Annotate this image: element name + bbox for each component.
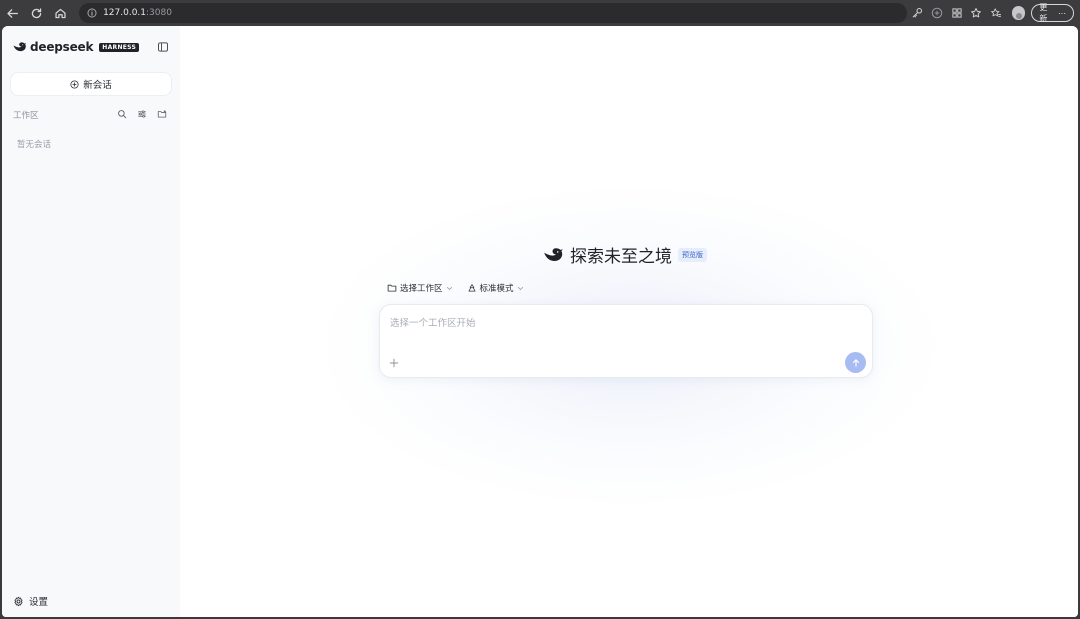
hero-heading: 探索未至之境 预览版 — [542, 242, 707, 267]
url-port: :3080 — [146, 8, 172, 18]
hero-title: 探索未至之境 — [570, 247, 672, 267]
mode-cycle-icon — [468, 284, 476, 292]
filter-icon[interactable] — [136, 108, 148, 120]
composer-input[interactable]: 选择一个工作区开始 — [390, 315, 476, 329]
address-bar[interactable]: 127.0.0.1:3080 — [79, 3, 908, 23]
composer-selectors: 选择工作区 标准模式 — [387, 282, 524, 294]
star-icon[interactable] — [966, 3, 986, 23]
settings-label: 设置 — [29, 597, 49, 608]
send-button[interactable] — [845, 352, 866, 373]
workspace-tools — [116, 108, 168, 120]
main-area: 探索未至之境 预览版 选择工作区 标准模式 选择一个工作区开始 — [180, 26, 1078, 617]
app-window: deepseek HARNESS 新会话 工作区 暂无会话 设置 探索未至之境 … — [2, 26, 1078, 617]
mode-selector-label: 标准模式 — [479, 284, 514, 294]
home-icon[interactable] — [49, 2, 71, 24]
whale-logo-icon — [13, 42, 27, 52]
profile-avatar[interactable] — [1011, 6, 1026, 20]
brand-name: deepseek — [30, 40, 94, 54]
back-icon[interactable] — [2, 2, 24, 24]
settings-button[interactable]: 设置 — [13, 594, 48, 608]
chevron-down-icon — [446, 286, 452, 290]
new-chat-label: 新会话 — [83, 80, 112, 91]
translate-icon[interactable] — [927, 3, 947, 23]
new-folder-icon[interactable] — [156, 108, 168, 120]
brand-logo: deepseek HARNESS — [12, 40, 140, 54]
preview-badge: 预览版 — [678, 247, 707, 262]
workspace-selector[interactable]: 选择工作区 — [387, 282, 453, 294]
more-icon: ⋯ — [1057, 8, 1066, 18]
add-attachment-icon[interactable] — [388, 357, 400, 369]
site-info-icon[interactable] — [87, 8, 97, 18]
extensions-icon[interactable] — [947, 3, 967, 23]
browser-actions: 更新 ⋯ — [907, 3, 1080, 23]
search-icon[interactable] — [116, 108, 128, 120]
favorites-icon[interactable] — [986, 3, 1006, 23]
mode-selector[interactable]: 标准模式 — [467, 282, 524, 294]
sidebar-toggle-icon[interactable] — [157, 41, 169, 53]
browser-toolbar: 127.0.0.1:3080 更新 ⋯ — [0, 0, 1080, 26]
arrow-up-icon — [852, 358, 859, 367]
chevron-down-icon — [517, 286, 523, 290]
whale-logo-icon — [544, 247, 563, 261]
folder-icon — [387, 284, 397, 292]
key-icon[interactable] — [907, 3, 927, 23]
message-composer[interactable]: 选择一个工作区开始 — [379, 304, 873, 378]
brand-badge: HARNESS — [99, 42, 140, 52]
gear-icon — [14, 596, 23, 606]
workspace-selector-label: 选择工作区 — [400, 284, 443, 294]
workspace-section-label: 工作区 — [13, 111, 39, 121]
reload-icon[interactable] — [26, 2, 48, 24]
sidebar: deepseek HARNESS 新会话 工作区 暂无会话 设置 — [2, 26, 180, 617]
new-chat-button[interactable]: 新会话 — [10, 72, 172, 96]
update-label: 更新 — [1039, 3, 1048, 23]
update-button[interactable]: 更新 ⋯ — [1031, 3, 1074, 23]
url-host: 127.0.0.1 — [103, 8, 147, 18]
plus-circle-icon — [70, 79, 79, 89]
empty-sessions-message: 暂无会话 — [17, 140, 52, 150]
